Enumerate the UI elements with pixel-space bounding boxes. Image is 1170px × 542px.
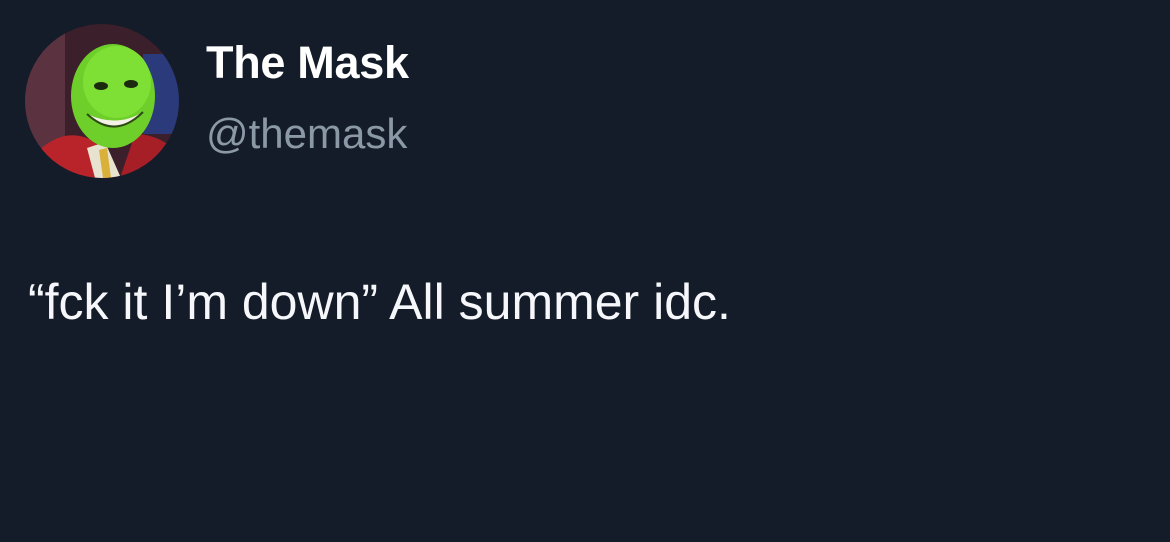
tweet-card: The Mask @themask “fck it I’m down” All … [0, 0, 1170, 542]
author-handle[interactable]: @themask [206, 113, 407, 155]
tweet-text: “fck it I’m down” All summer idc. [28, 274, 731, 330]
avatar[interactable] [25, 24, 179, 178]
green-mask-face-icon [25, 24, 179, 178]
author-display-name[interactable]: The Mask [206, 40, 409, 85]
